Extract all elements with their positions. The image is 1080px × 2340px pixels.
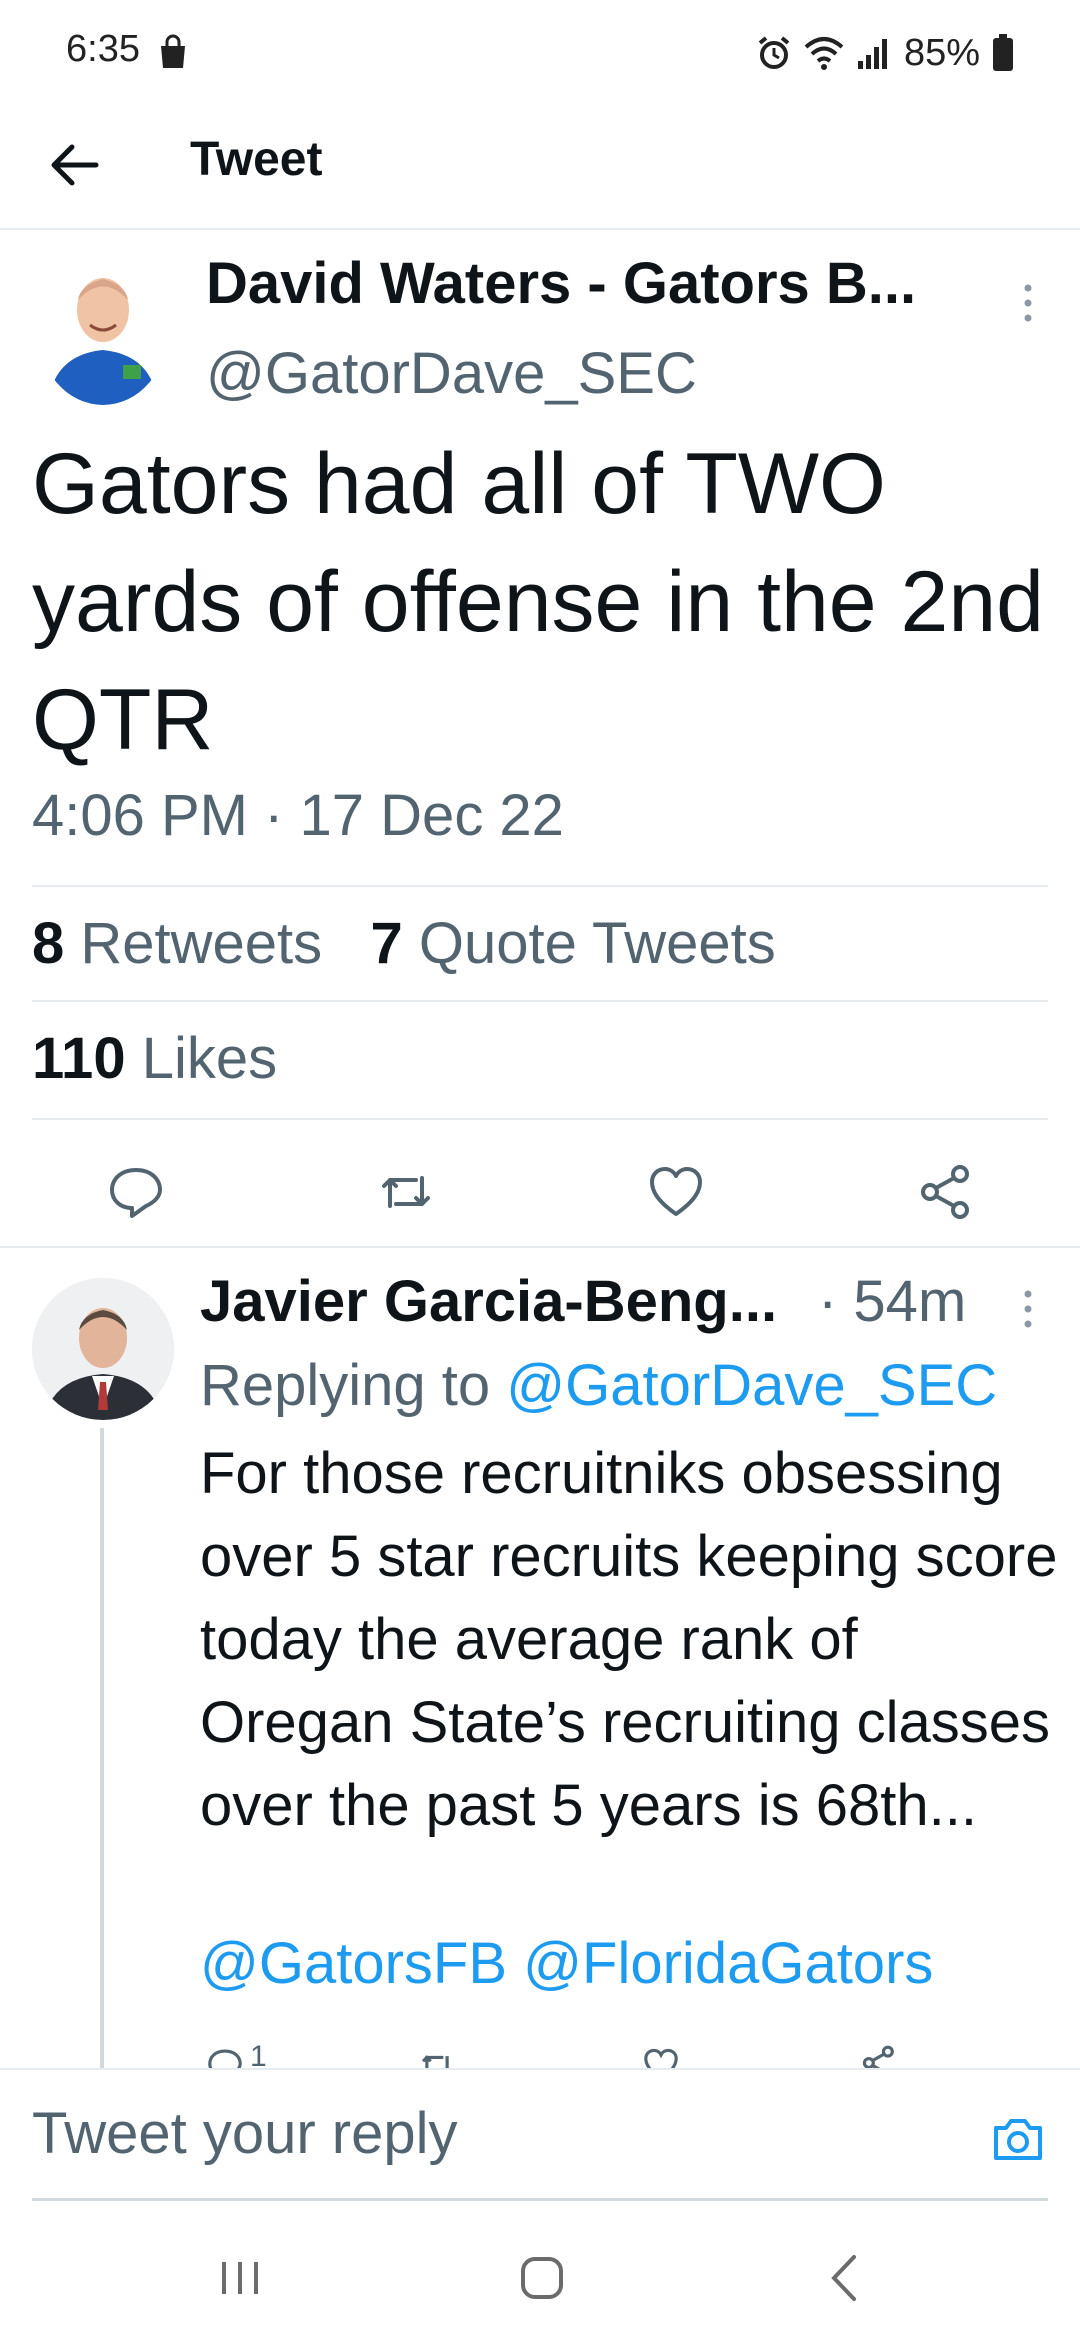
likes-label: Likes (141, 1026, 278, 1091)
compose-bar: Tweet your reply (0, 2068, 1080, 2204)
status-bar: 6:35 85% (0, 0, 1080, 110)
quote-tweets-stat[interactable]: 7 Quote Tweets (371, 911, 776, 976)
home-icon (521, 2257, 563, 2299)
status-icons: 85% (756, 28, 1014, 78)
more-vertical-icon[interactable] (1010, 278, 1046, 328)
section-divider (0, 1246, 1080, 1248)
quote-tweets-label: Quote Tweets (418, 911, 776, 976)
reply-mentions[interactable]: @GatorsFB @FloridaGators (200, 1930, 933, 1997)
reply-count: 1 (250, 2040, 267, 2070)
reply-actions: 1 (200, 2040, 1000, 2070)
author-name[interactable]: David Waters - Gators B... (206, 250, 916, 317)
thread-line (100, 1428, 104, 2068)
heart-icon[interactable] (642, 2046, 680, 2070)
divider (32, 885, 1048, 887)
replying-to: Replying to @GatorDave_SEC (200, 1352, 997, 1419)
more-vertical-icon[interactable] (1010, 1284, 1046, 1334)
engagement-stats-row: 8 Retweets 7 Quote Tweets (32, 910, 776, 977)
retweet-icon[interactable] (376, 1162, 436, 1222)
retweets-stat[interactable]: 8 Retweets (32, 911, 322, 976)
status-time: 6:35 (66, 28, 140, 70)
recents-button[interactable] (210, 2248, 270, 2308)
camera-icon[interactable] (990, 2112, 1046, 2168)
system-nav-bar (0, 2204, 1080, 2340)
top-app-bar: Tweet (0, 110, 1080, 230)
likes-count: 110 (32, 1026, 126, 1091)
retweets-label: Retweets (80, 911, 323, 976)
battery-percent: 85% (903, 31, 980, 74)
shopping-bag-icon (161, 34, 185, 68)
reply-input[interactable]: Tweet your reply (32, 2100, 458, 2167)
likes-stat[interactable]: 110 Likes (32, 1025, 277, 1092)
wifi-icon (804, 37, 844, 70)
tweet-text: Gators had all of TWO yards of offense i… (32, 436, 1045, 768)
heart-icon[interactable] (646, 1162, 706, 1222)
reply-text: For those recruitniks obsessing over 5 s… (200, 1441, 1058, 1838)
input-underline (32, 2198, 1048, 2201)
share-icon[interactable] (860, 2044, 898, 2070)
page-title: Tweet (190, 133, 323, 186)
home-button[interactable] (512, 2248, 572, 2308)
quote-tweets-count: 7 (370, 911, 403, 976)
tweet-actions (0, 1140, 1080, 1244)
author-handle[interactable]: @GatorDave_SEC (206, 340, 697, 407)
chevron-left-icon (831, 2255, 856, 2301)
comment-icon[interactable] (106, 1162, 166, 1222)
tweet-timestamp: 4:06 PM · 17 Dec 22 (32, 783, 564, 848)
reply-time: · 54m (818, 1269, 967, 1334)
divider (32, 1118, 1048, 1120)
system-back-button[interactable] (814, 2248, 874, 2308)
comment-icon[interactable] (206, 2046, 244, 2070)
replying-to-handle[interactable]: @GatorDave_SEC (506, 1353, 997, 1418)
reply-author-name[interactable]: Javier Garcia-Beng... (200, 1268, 777, 1335)
alarm-icon (758, 36, 790, 69)
arrow-left-icon (51, 144, 99, 186)
recents-icon (222, 2262, 258, 2294)
back-button[interactable] (40, 130, 110, 200)
share-icon[interactable] (916, 1162, 976, 1222)
retweets-count: 8 (32, 911, 65, 976)
replying-to-prefix: Replying to (200, 1353, 491, 1418)
reply-author-avatar[interactable] (32, 1278, 174, 1420)
divider (32, 1000, 1048, 1002)
battery-icon (993, 34, 1013, 71)
signal-icon (857, 39, 887, 69)
author-avatar[interactable] (38, 255, 168, 405)
retweet-icon[interactable] (418, 2046, 456, 2070)
